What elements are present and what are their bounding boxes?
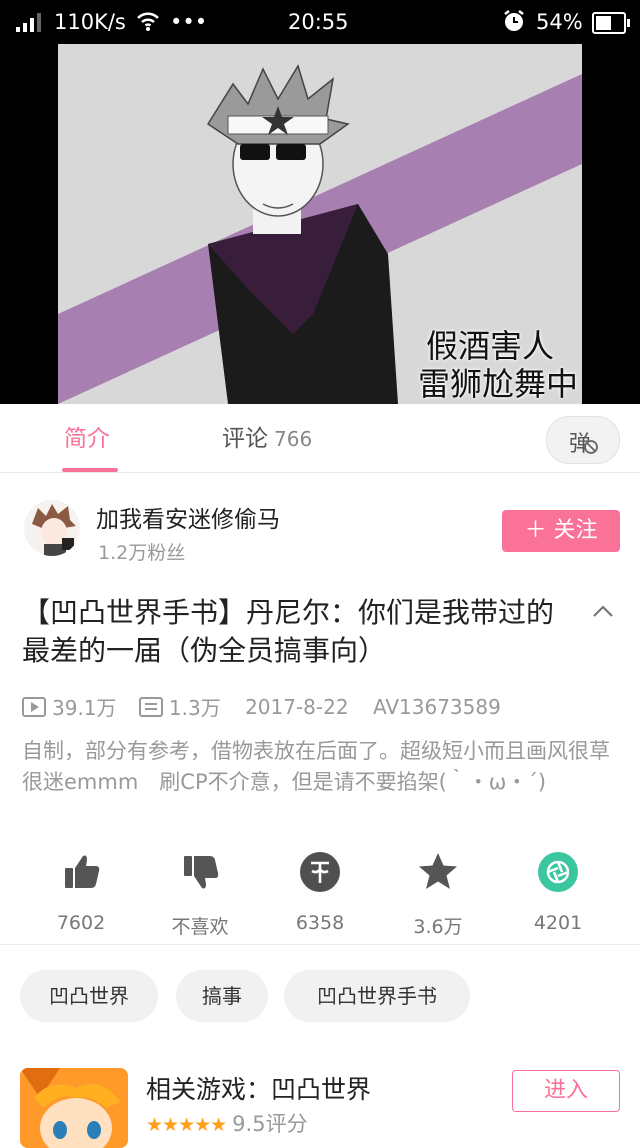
disabled-icon (584, 440, 598, 454)
network-speed: 110K/s (54, 10, 126, 34)
av-number: AV13673589 (372, 694, 501, 719)
tab-intro[interactable]: 简介 (64, 424, 110, 454)
video-frame[interactable]: 假酒害人 雷狮尬舞中 (58, 44, 582, 404)
share-count: 4201 (533, 912, 583, 934)
play-count-icon (22, 696, 46, 717)
like-count: 7602 (56, 912, 106, 934)
thumbs-down-icon (184, 856, 219, 889)
fans-count: 1.2万粉丝 (98, 542, 186, 564)
video-player[interactable]: 假酒害人 雷狮尬舞中 (0, 44, 640, 404)
game-rating: ★★★★★ 9.5评分 (146, 1108, 308, 1138)
tab-active-indicator (62, 468, 118, 472)
tab-comments[interactable]: 评论 766 (222, 424, 312, 454)
upload-date: 2017-8-22 (245, 694, 349, 719)
game-icon-illustration (20, 1068, 128, 1148)
battery-icon (592, 12, 630, 34)
coin-count: 6358 (295, 912, 345, 934)
coin-icon (300, 852, 340, 892)
video-description: 自制，部分有参考，借物表放在后面了。超级短小而且画风很草很迷emmm 刷CP不介… (22, 739, 610, 794)
danmaku-count-icon (138, 696, 163, 717)
tag-item[interactable]: 凹凸世界 (20, 970, 158, 1022)
more-dots: ••• (170, 10, 208, 34)
rating-score: 9.5评分 (232, 1112, 308, 1136)
like-button[interactable]: 7602 (31, 850, 131, 934)
favorite-button[interactable]: 3.6万 (388, 850, 488, 939)
video-title: 【凹凸世界手书】丹尼尔：你们是我带过的最差的一届（伪全员搞事向） (22, 596, 555, 667)
game-icon[interactable] (20, 1068, 128, 1148)
favorite-count: 3.6万 (413, 916, 463, 938)
rating-stars-icon: ★★★★★ (146, 1114, 227, 1136)
related-game-title[interactable]: 相关游戏：凹凸世界 (146, 1070, 371, 1106)
chevron-up-icon[interactable] (588, 596, 618, 626)
tab-bar: 简介 评论 766 弹 (0, 404, 640, 473)
status-bar: 110K/s ••• 20:55 54% (0, 0, 640, 44)
tag-item[interactable]: 搞事 (176, 970, 268, 1022)
share-icon (538, 852, 578, 892)
section-divider (0, 944, 640, 945)
follow-button[interactable]: ＋ 关注 (502, 510, 620, 552)
tag-item[interactable]: 凹凸世界手书 (284, 970, 470, 1022)
coin-button[interactable]: 6358 (270, 850, 370, 934)
battery-percent: 54% (536, 10, 583, 34)
comment-count: 766 (274, 427, 313, 451)
video-stats: 39.1万 1.3万 2017-8-22 AV13673589 (22, 692, 501, 720)
uploader-name[interactable]: 加我看安迷修偷马 (96, 500, 280, 534)
danmaku-count: 1.3万 (168, 696, 221, 720)
wifi-icon (137, 12, 159, 31)
video-caption-line2: 雷狮尬舞中 (418, 365, 579, 403)
enter-game-button[interactable]: 进入 (512, 1070, 620, 1112)
share-button[interactable]: 4201 (508, 850, 608, 934)
dislike-button[interactable]: 不喜欢 (150, 850, 250, 939)
star-icon (419, 853, 457, 889)
avatar-illustration (24, 500, 80, 556)
dislike-label: 不喜欢 (171, 916, 229, 938)
danmaku-toggle-button[interactable]: 弹 (546, 416, 620, 464)
thumbs-up-icon (65, 855, 100, 888)
video-caption-line1: 假酒害人 (426, 327, 555, 365)
avatar[interactable] (24, 500, 80, 556)
alarm-icon (504, 10, 524, 31)
view-count: 39.1万 (52, 696, 117, 720)
tab-comments-label: 评论 (222, 426, 268, 452)
clock: 20:55 (288, 10, 349, 34)
